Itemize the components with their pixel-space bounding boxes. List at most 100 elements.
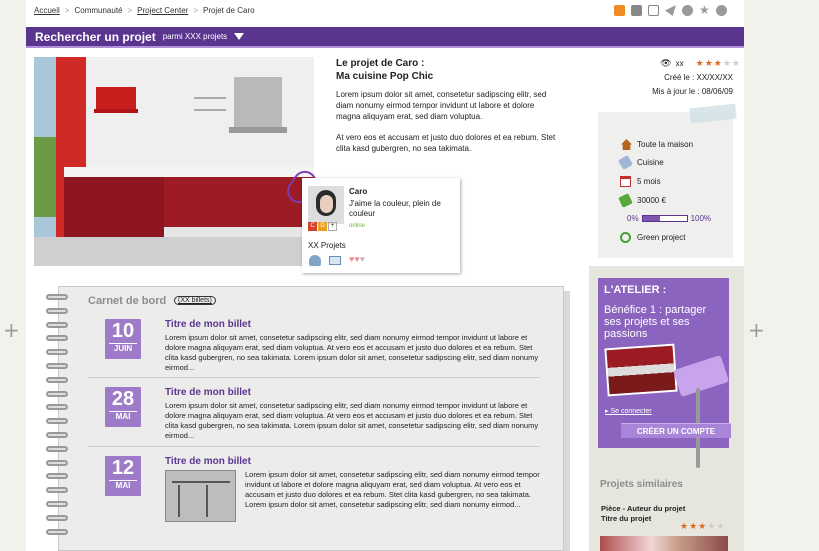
- spiral-ring: [46, 404, 68, 411]
- info-circle-icon[interactable]: [682, 5, 693, 16]
- detail-duration: 5 mois: [637, 177, 661, 186]
- star-icon[interactable]: ★: [696, 58, 704, 68]
- spiral-ring: [46, 432, 68, 438]
- entry-month: MAI: [109, 480, 137, 490]
- rating-stars[interactable]: ★ ★ ★ ★ ★: [696, 58, 740, 68]
- detail-room: Cuisine: [637, 158, 664, 167]
- project-title-line1: Le projet de Caro :: [336, 58, 425, 69]
- progress-end-label: 100%: [690, 214, 712, 223]
- money-icon: [618, 193, 633, 208]
- tag-icon: [617, 154, 634, 171]
- online-status: online: [349, 223, 366, 229]
- spiral-ring: [46, 390, 68, 397]
- star-icon[interactable]: ★: [716, 522, 724, 531]
- breadcrumb: Accueil > Communauté > Project Center > …: [34, 6, 255, 15]
- alert-icon[interactable]: [716, 5, 727, 16]
- login-link[interactable]: ▸ Se connecter: [605, 407, 652, 415]
- search-bar-title: Rechercher un projet: [35, 29, 156, 44]
- similar-project-thumbnail[interactable]: [600, 536, 728, 551]
- add-right-icon[interactable]: +: [748, 318, 765, 342]
- spiral-ring: [46, 487, 68, 494]
- star-icon[interactable]: ★: [698, 522, 706, 531]
- entry-date: 28 MAI: [105, 387, 141, 427]
- mail-icon[interactable]: [648, 5, 659, 16]
- entry-text: Lorem ipsum dolor sit amet, consetetur s…: [165, 401, 539, 440]
- entry-day: 12: [111, 457, 135, 479]
- entry-thumbnail[interactable]: [165, 470, 236, 522]
- description-paragraph: At vero eos et accusam et justo duo dolo…: [336, 133, 556, 153]
- similar-project-caption[interactable]: Pièce - Auteur du projet Titre du projet: [601, 504, 685, 524]
- project-title: Le projet de Caro : Ma cuisine Pop Chic: [336, 57, 433, 83]
- entry-divider: [88, 446, 540, 447]
- project-details-card: Toute la maison Cuisine 5 mois 30000 € 0…: [598, 112, 733, 258]
- author-name[interactable]: Caro: [349, 187, 367, 196]
- spiral-ring: [46, 349, 68, 356]
- paint-roller-icon: [672, 354, 730, 398]
- breadcrumb-home[interactable]: Accueil: [34, 6, 60, 15]
- eye-icon: 👁: [660, 57, 672, 68]
- spiral-ring: [46, 363, 68, 369]
- star-icon[interactable]: ★: [680, 522, 688, 531]
- add-left-icon[interactable]: +: [3, 318, 20, 342]
- author-badges: C D +: [308, 222, 337, 231]
- progress-start-label: 0%: [627, 214, 639, 223]
- star-icon[interactable]: ★: [705, 58, 713, 68]
- calendar-icon: [620, 176, 631, 187]
- author-profile-card: Caro J'aime la couleur, plein de couleur…: [302, 178, 460, 273]
- similar-project-room-author: Pièce - Auteur du projet: [601, 504, 686, 513]
- progress-row: 0% 100%: [627, 214, 711, 223]
- atelier-photo: [604, 343, 678, 397]
- entry-title[interactable]: Titre de mon billet: [165, 456, 251, 467]
- notebook-count-link[interactable]: (XX billets): [174, 296, 216, 305]
- star-icon[interactable]: ★: [707, 522, 715, 531]
- project-title-line2: Ma cuisine Pop Chic: [336, 71, 434, 82]
- entry-day: 28: [111, 388, 135, 410]
- create-account-button[interactable]: CRÉER UN COMPTE: [621, 423, 731, 438]
- created-date: Créé le : XX/XX/XX: [664, 72, 733, 82]
- message-icon[interactable]: [329, 256, 341, 265]
- spiral-ring: [46, 514, 68, 521]
- spiral-ring: [46, 376, 68, 383]
- star-icon[interactable]: ★: [714, 58, 722, 68]
- entry-date: 10 JUIN: [105, 319, 141, 359]
- notebook-title: Carnet de bord: [88, 295, 167, 307]
- similar-project-title: Titre du projet: [601, 514, 652, 523]
- updated-date: Mis à jour le : 08/06/09: [652, 86, 733, 96]
- star-icon[interactable]: ★: [699, 4, 710, 16]
- spiral-ring: [46, 321, 68, 328]
- author-project-count[interactable]: XX Projets: [308, 241, 346, 250]
- entry-month: JUIN: [109, 343, 137, 353]
- star-icon[interactable]: ★: [723, 58, 731, 68]
- similar-projects-title: Projets similaires: [600, 479, 683, 490]
- spiral-ring: [46, 307, 68, 314]
- view-count: xx: [675, 58, 684, 68]
- similar-rating-stars[interactable]: ★ ★ ★ ★ ★: [680, 522, 724, 531]
- notebook-spiral: [46, 294, 68, 551]
- spiral-ring: [46, 528, 68, 535]
- star-icon[interactable]: ★: [732, 58, 740, 68]
- login-label: Se connecter: [610, 408, 652, 415]
- share-icon[interactable]: [665, 5, 676, 16]
- spiral-ring: [46, 459, 68, 466]
- entry-title[interactable]: Titre de mon billet: [165, 387, 251, 398]
- description-paragraph: Lorem ipsum dolor sit amet, consetetur s…: [336, 90, 547, 121]
- badge-d: D: [318, 222, 327, 231]
- project-photo[interactable]: [34, 57, 314, 266]
- hearts-rating[interactable]: ♥♥♥: [349, 254, 365, 264]
- spiral-ring: [46, 445, 68, 452]
- entry-month: MAI: [109, 411, 137, 421]
- breadcrumb-community[interactable]: Communauté: [74, 6, 122, 15]
- entry-title[interactable]: Titre de mon billet: [165, 319, 251, 330]
- print-icon[interactable]: [631, 5, 642, 16]
- house-icon: [621, 139, 632, 150]
- add-friend-icon[interactable]: [309, 255, 321, 266]
- chevron-down-icon[interactable]: [234, 33, 245, 40]
- avatar[interactable]: [308, 186, 344, 224]
- progress-bar: [641, 215, 688, 222]
- breadcrumb-project-center[interactable]: Project Center: [137, 6, 188, 15]
- badge-plus[interactable]: +: [328, 222, 337, 231]
- star-icon[interactable]: ★: [689, 522, 697, 531]
- spiral-ring: [46, 294, 68, 300]
- search-project-bar[interactable]: Rechercher un projet parmi XXX projets: [26, 27, 744, 48]
- rss-icon[interactable]: [614, 5, 625, 16]
